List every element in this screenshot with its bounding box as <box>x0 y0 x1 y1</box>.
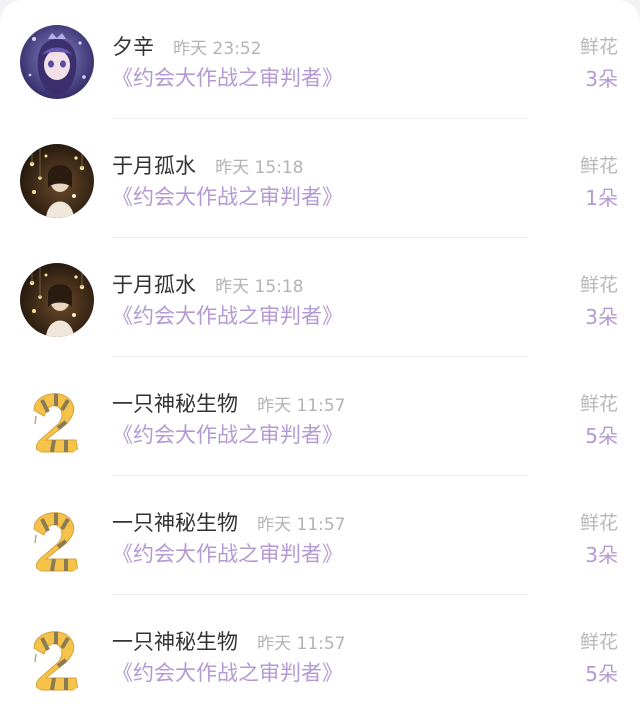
user-name[interactable]: 于月孤水 <box>112 273 196 297</box>
avatar[interactable] <box>20 144 94 218</box>
user-name[interactable]: 夕辛 <box>112 35 154 59</box>
gift-time: 昨天 15:18 <box>215 277 304 297</box>
avatar[interactable] <box>20 620 94 694</box>
gift-time: 昨天 11:57 <box>257 634 346 654</box>
gift-type-label: 鲜花 <box>579 274 618 296</box>
fairy-lights-avatar-icon <box>20 144 94 218</box>
avatar[interactable] <box>20 25 94 99</box>
list-item[interactable]: 一只神秘生物 昨天 11:57 《约会大作战之审判者》 鲜花 3朵 <box>0 476 640 595</box>
avatar[interactable] <box>20 382 94 456</box>
gift-count: 1朵 <box>585 186 618 210</box>
avatar[interactable] <box>20 263 94 337</box>
striped-creature-avatar-icon <box>20 501 94 575</box>
gift-type-label: 鲜花 <box>579 512 618 534</box>
gift-time: 昨天 11:57 <box>257 396 346 416</box>
gift-type-label: 鲜花 <box>579 36 618 58</box>
book-title-link[interactable]: 《约会大作战之审判者》 <box>112 65 343 91</box>
user-name[interactable]: 一只神秘生物 <box>112 630 238 654</box>
gift-count: 5朵 <box>585 662 618 686</box>
gift-count: 3朵 <box>585 305 618 329</box>
list-item[interactable]: 于月孤水 昨天 15:18 《约会大作战之审判者》 鲜花 1朵 <box>0 119 640 238</box>
avatar[interactable] <box>20 501 94 575</box>
book-title-link[interactable]: 《约会大作战之审判者》 <box>112 660 343 686</box>
anime-girl-avatar-icon <box>20 25 94 99</box>
striped-creature-avatar-icon <box>20 620 94 694</box>
list-item[interactable]: 夕辛 昨天 23:52 《约会大作战之审判者》 鲜花 3朵 <box>0 0 640 119</box>
gift-type-label: 鲜花 <box>579 155 618 177</box>
fairy-lights-avatar-icon <box>20 263 94 337</box>
book-title-link[interactable]: 《约会大作战之审判者》 <box>112 422 343 448</box>
book-title-link[interactable]: 《约会大作战之审判者》 <box>112 541 343 567</box>
striped-creature-avatar-icon <box>20 382 94 456</box>
gift-count: 3朵 <box>585 543 618 567</box>
list-item[interactable]: 一只神秘生物 昨天 11:57 《约会大作战之审判者》 鲜花 5朵 <box>0 357 640 476</box>
book-title-link[interactable]: 《约会大作战之审判者》 <box>112 184 343 210</box>
gift-type-label: 鲜花 <box>579 393 618 415</box>
user-name[interactable]: 一只神秘生物 <box>112 511 238 535</box>
gift-type-label: 鲜花 <box>579 631 618 653</box>
user-name[interactable]: 于月孤水 <box>112 154 196 178</box>
list-item[interactable]: 于月孤水 昨天 15:18 《约会大作战之审判者》 鲜花 3朵 <box>0 238 640 357</box>
list-item[interactable]: 一只神秘生物 昨天 11:57 《约会大作战之审判者》 鲜花 5朵 <box>0 595 640 714</box>
gift-time: 昨天 23:52 <box>173 39 262 59</box>
gift-list: 夕辛 昨天 23:52 《约会大作战之审判者》 鲜花 3朵 于月孤水 昨天 15… <box>0 0 640 717</box>
book-title-link[interactable]: 《约会大作战之审判者》 <box>112 303 343 329</box>
user-name[interactable]: 一只神秘生物 <box>112 392 238 416</box>
gift-time: 昨天 11:57 <box>257 515 346 535</box>
gift-count: 3朵 <box>585 67 618 91</box>
gift-time: 昨天 15:18 <box>215 158 304 178</box>
gift-count: 5朵 <box>585 424 618 448</box>
